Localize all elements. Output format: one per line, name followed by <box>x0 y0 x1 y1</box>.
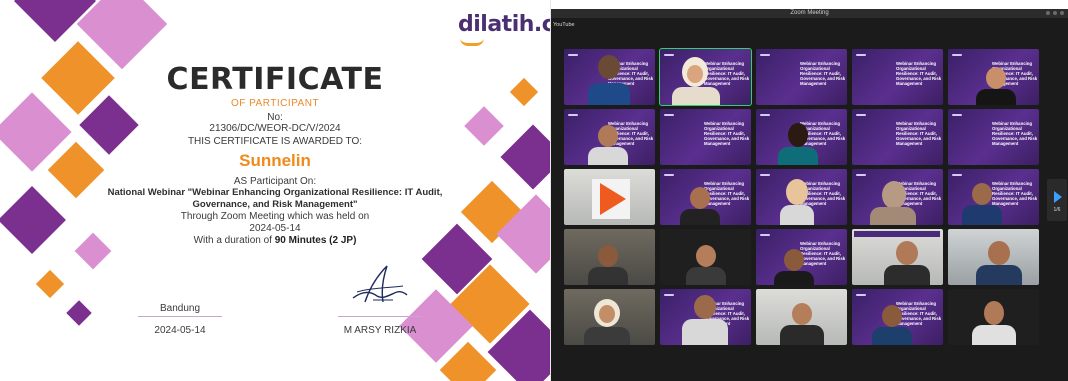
participant-tile[interactable] <box>564 169 655 225</box>
duration-value: 90 Minutes (2 JP) <box>274 235 357 246</box>
participant-tile[interactable] <box>660 229 751 285</box>
participant-tile[interactable] <box>948 229 1039 285</box>
certificate-panel: dilatih.co CERTIFICATE OF PARTICIPANT No… <box>0 0 551 381</box>
window-titlebar: Zoom Meeting <box>551 9 1068 18</box>
chevron-right-icon <box>1054 191 1062 203</box>
participant-tile[interactable] <box>756 289 847 345</box>
certificate-number: 21306/DC/WEOR-DC/V/2024 <box>209 123 341 134</box>
event-title: National Webinar "Webinar Enhancing Orga… <box>107 187 443 210</box>
brand-tld: .co <box>533 12 550 37</box>
participant-tile[interactable]: Webinar Enhancing Organizational Resilie… <box>756 169 847 225</box>
issue-city: Bandung <box>159 303 201 314</box>
certificate-title: CERTIFICATE <box>166 62 384 97</box>
participant-tile[interactable]: Webinar Enhancing Organizational Resilie… <box>852 49 943 105</box>
divider <box>138 316 222 317</box>
participant-tile[interactable]: Webinar Enhancing Organizational Resilie… <box>852 289 943 345</box>
participant-tile[interactable]: Webinar Enhancing Organizational Resilie… <box>660 169 751 225</box>
participant-tile[interactable]: Webinar Enhancing Organizational Resilie… <box>756 109 847 165</box>
decor-diamond <box>500 124 550 190</box>
duration-prefix: With a duration of <box>193 235 272 246</box>
decor-diamond <box>509 77 539 107</box>
divider <box>338 316 422 317</box>
signer-name: M ARSY RIZKIA <box>343 325 417 336</box>
issue-date: 2024-05-14 <box>154 325 206 336</box>
certificate-number-label: No: <box>267 112 283 123</box>
signature-image <box>352 265 408 303</box>
participant-tile[interactable] <box>948 289 1039 345</box>
participant-role-text: AS Participant On: <box>233 176 317 187</box>
page-indicator: 1/6 <box>1053 207 1061 213</box>
brand-smile-icon <box>460 38 484 46</box>
event-duration: With a duration of 90 Minutes (2 JP) <box>110 235 440 246</box>
recipient-name: Sunnelin <box>239 151 311 170</box>
participant-tile[interactable] <box>852 229 943 285</box>
participant-tile[interactable]: Webinar Enhancing Organizational Resilie… <box>948 49 1039 105</box>
participant-tile[interactable]: Webinar Enhancing Organizational Resilie… <box>948 169 1039 225</box>
participant-tile[interactable]: Webinar Enhancing Organizational Resilie… <box>948 109 1039 165</box>
decor-diamond <box>464 106 504 146</box>
decor-diamond <box>74 232 112 270</box>
participant-tile[interactable] <box>564 229 655 285</box>
participant-tile[interactable]: Webinar Enhancing Organizational Resilie… <box>756 229 847 285</box>
participant-tile[interactable]: Webinar Enhancing Organizational Resilie… <box>852 169 943 225</box>
participant-tile[interactable]: Webinar Enhancing Organizational Resilie… <box>756 49 847 105</box>
participant-tile[interactable]: Webinar Enhancing Organizational Resilie… <box>852 109 943 165</box>
participant-tile[interactable]: Webinar Enhancing Organizational Resilie… <box>564 109 655 165</box>
decor-diamond <box>35 269 65 299</box>
decor-diamond <box>0 186 66 254</box>
brand-name: dilatih <box>458 12 534 37</box>
participant-tile[interactable] <box>564 289 655 345</box>
certificate-subtitle: OF PARTICIPANT <box>230 98 320 109</box>
participant-tile[interactable]: Webinar Enhancing Organizational Resilie… <box>660 289 751 345</box>
source-label: YouTube <box>553 22 575 28</box>
participant-grid: Webinar Enhancing Organizational Resilie… <box>564 48 1042 347</box>
window-title: Zoom Meeting <box>790 10 829 16</box>
awarded-to-text: THIS CERTIFICATE IS AWARDED TO: <box>187 136 363 147</box>
event-date: 2024-05-14 <box>249 223 301 234</box>
decor-diamond <box>47 141 105 199</box>
zoom-meeting-window: Zoom Meeting YouTube Webinar Enhancing O… <box>551 9 1068 381</box>
participant-tile-active-speaker[interactable]: Webinar Enhancing Organizational Resilie… <box>659 48 752 106</box>
participant-tile[interactable]: Webinar Enhancing Organizational Resilie… <box>564 49 655 105</box>
window-controls[interactable] <box>1046 11 1064 15</box>
decor-diamond <box>66 300 92 326</box>
event-venue-text: Through Zoom Meeting which was held on <box>180 211 370 222</box>
next-page-button[interactable]: 1/6 <box>1047 179 1067 221</box>
participant-tile[interactable]: Webinar Enhancing Organizational Resilie… <box>660 109 751 165</box>
brand-logo: dilatih.co <box>458 12 550 46</box>
